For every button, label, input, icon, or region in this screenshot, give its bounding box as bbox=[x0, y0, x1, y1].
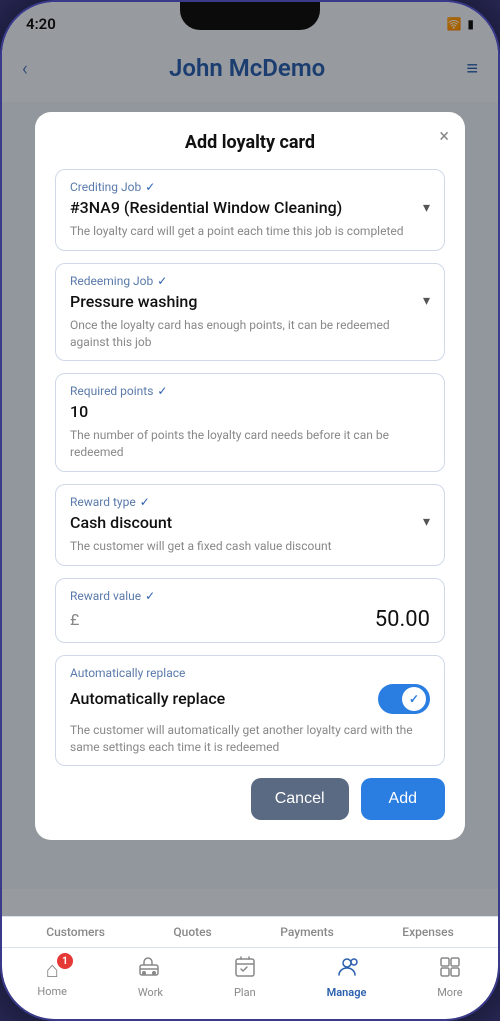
nav-item-plan[interactable]: Plan bbox=[234, 956, 256, 999]
redeeming-job-label: Redeeming Job ✓ bbox=[70, 274, 430, 288]
reward-type-label: Reward type ✓ bbox=[70, 495, 430, 509]
close-button[interactable]: × bbox=[439, 128, 449, 146]
bottom-nav: Customers Quotes Payments Expenses ⌂ 1 H… bbox=[2, 916, 498, 1019]
crediting-job-check-icon: ✓ bbox=[145, 180, 155, 194]
reward-value-check-icon: ✓ bbox=[145, 589, 155, 603]
nav-tab-customers: Customers bbox=[46, 925, 105, 939]
reward-type-check-icon: ✓ bbox=[140, 495, 150, 509]
cancel-button[interactable]: Cancel bbox=[251, 778, 349, 820]
phone-frame: 4:20 🛜 ▮ ‹ John McDemo ≡ × Add loyalty c… bbox=[0, 0, 500, 1021]
toggle-knob: ✓ bbox=[402, 687, 426, 711]
nav-tab-quotes: Quotes bbox=[173, 925, 211, 939]
more-icon bbox=[439, 956, 461, 984]
home-badge: 1 bbox=[57, 953, 73, 969]
nav-tab-payments: Payments bbox=[280, 925, 334, 939]
crediting-job-label: Crediting Job ✓ bbox=[70, 180, 430, 194]
manage-icon bbox=[336, 956, 358, 984]
required-points-hint: The number of points the loyalty card ne… bbox=[70, 427, 430, 461]
auto-replace-container-label: Automatically replace bbox=[70, 666, 430, 680]
modal-title: Add loyalty card bbox=[55, 132, 445, 153]
required-points-value: 10 bbox=[70, 402, 430, 421]
crediting-job-chevron-icon: ▾ bbox=[423, 200, 430, 216]
redeeming-job-chevron-icon: ▾ bbox=[423, 293, 430, 309]
crediting-job-field[interactable]: Crediting Job ✓ #3NA9 (Residential Windo… bbox=[55, 169, 445, 251]
currency-symbol: £ bbox=[70, 610, 79, 629]
redeeming-job-hint: Once the loyalty card has enough points,… bbox=[70, 317, 430, 351]
modal-button-row: Cancel Add bbox=[55, 778, 445, 820]
reward-type-field[interactable]: Reward type ✓ Cash discount ▾ The custom… bbox=[55, 484, 445, 566]
crediting-job-value-row: #3NA9 (Residential Window Cleaning) ▾ bbox=[70, 198, 430, 217]
manage-label: Manage bbox=[327, 986, 367, 999]
plan-label: Plan bbox=[234, 986, 256, 999]
plan-icon bbox=[234, 956, 256, 984]
auto-replace-toggle-label: Automatically replace bbox=[70, 689, 225, 708]
nav-item-more[interactable]: More bbox=[437, 956, 462, 999]
work-icon bbox=[139, 956, 161, 984]
nav-tabs-label-row: Customers Quotes Payments Expenses bbox=[2, 925, 498, 948]
reward-type-hint: The customer will get a fixed cash value… bbox=[70, 538, 430, 555]
nav-tab-expenses: Expenses bbox=[402, 925, 453, 939]
reward-type-value: Cash discount bbox=[70, 513, 172, 532]
reward-type-value-row: Cash discount ▾ bbox=[70, 513, 430, 532]
modal-overlay: × Add loyalty card Crediting Job ✓ #3NA9… bbox=[2, 2, 498, 1019]
redeeming-job-value-row: Pressure washing ▾ bbox=[70, 292, 430, 311]
crediting-job-hint: The loyalty card will get a point each t… bbox=[70, 223, 430, 240]
crediting-job-value: #3NA9 (Residential Window Cleaning) bbox=[70, 198, 342, 217]
redeeming-job-value: Pressure washing bbox=[70, 292, 197, 311]
reward-value-amount: 50.00 bbox=[375, 607, 430, 632]
reward-value-row: £ 50.00 bbox=[70, 607, 430, 632]
required-points-check-icon: ✓ bbox=[157, 384, 167, 398]
work-label: Work bbox=[138, 986, 163, 999]
auto-replace-toggle-row: Automatically replace ✓ bbox=[70, 684, 430, 714]
nav-item-home[interactable]: ⌂ 1 Home bbox=[37, 957, 67, 998]
nav-item-manage[interactable]: Manage bbox=[327, 956, 367, 999]
redeeming-job-check-icon: ✓ bbox=[157, 274, 167, 288]
add-button[interactable]: Add bbox=[361, 778, 445, 820]
redeeming-job-field[interactable]: Redeeming Job ✓ Pressure washing ▾ Once … bbox=[55, 263, 445, 362]
nav-item-work[interactable]: Work bbox=[138, 956, 163, 999]
more-label: More bbox=[437, 986, 462, 999]
auto-replace-hint: The customer will automatically get anot… bbox=[70, 722, 430, 756]
required-points-label: Required points ✓ bbox=[70, 384, 430, 398]
nav-items-row: ⌂ 1 Home Work bbox=[2, 956, 498, 999]
auto-replace-toggle[interactable]: ✓ bbox=[378, 684, 430, 714]
required-points-field[interactable]: Required points ✓ 10 The number of point… bbox=[55, 373, 445, 472]
reward-value-field[interactable]: Reward value ✓ £ 50.00 bbox=[55, 578, 445, 643]
phone-screen: 4:20 🛜 ▮ ‹ John McDemo ≡ × Add loyalty c… bbox=[2, 2, 498, 1019]
toggle-check-icon: ✓ bbox=[409, 692, 419, 706]
home-label: Home bbox=[37, 985, 67, 998]
reward-value-label: Reward value ✓ bbox=[70, 589, 430, 603]
auto-replace-field: Automatically replace Automatically repl… bbox=[55, 655, 445, 767]
reward-type-chevron-icon: ▾ bbox=[423, 514, 430, 530]
add-loyalty-card-modal: × Add loyalty card Crediting Job ✓ #3NA9… bbox=[35, 112, 465, 840]
